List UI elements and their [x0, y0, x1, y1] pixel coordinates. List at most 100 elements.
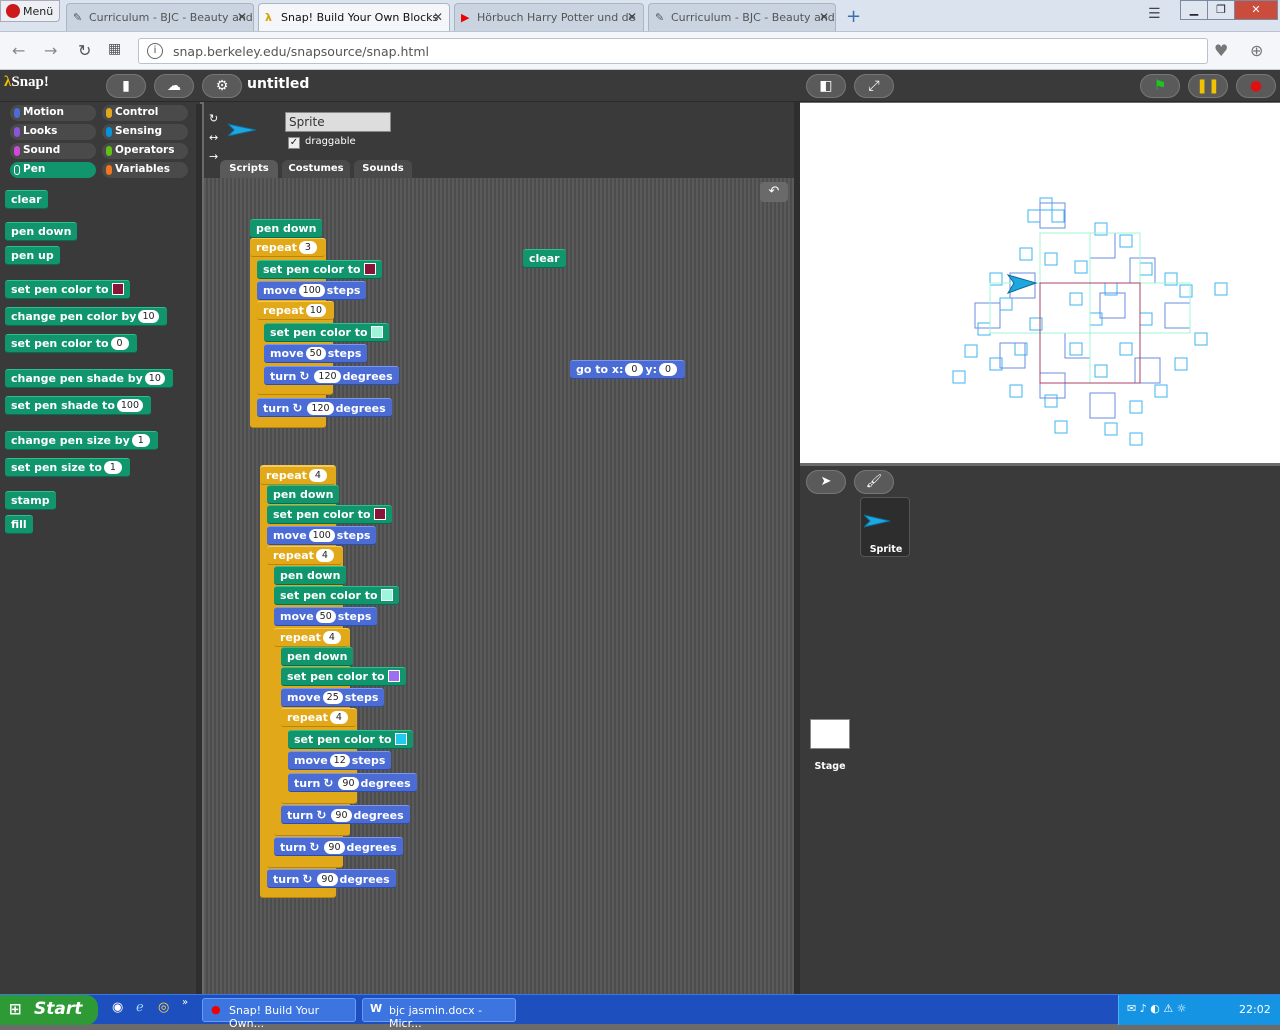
number-slot[interactable]: 50 [305, 347, 326, 360]
script2-move-block[interactable]: move 25 steps [281, 688, 385, 707]
script-move-block[interactable]: move 50 steps [264, 344, 368, 363]
left-right-icon[interactable]: ↔ [209, 128, 218, 147]
number-slot[interactable]: 90 [331, 809, 352, 822]
number-slot[interactable]: 0 [625, 363, 644, 376]
sprite-name-input[interactable]: Sprite [285, 112, 391, 132]
sprite-on-stage[interactable] [1006, 274, 1038, 294]
color-swatch[interactable] [387, 670, 400, 682]
number-slot[interactable]: 0 [658, 363, 677, 376]
script2-pen-down-block[interactable]: pen down [281, 647, 354, 666]
palette-set-pen-size-block[interactable]: set pen size to 1 [5, 458, 130, 477]
number-slot[interactable]: 1 [131, 434, 150, 447]
show-desktop-icon[interactable]: ◉ [112, 1000, 123, 1015]
number-slot[interactable]: 120 [314, 370, 341, 383]
speed-dial-grid-icon[interactable]: ▦ [108, 41, 121, 57]
number-slot[interactable]: 3 [298, 241, 317, 254]
script2-repeat-level4-block[interactable]: repeat 4 [281, 708, 356, 727]
script2-turn-block[interactable]: turn ↻ 90 degrees [288, 773, 417, 792]
number-slot[interactable]: 4 [315, 549, 334, 562]
url-field[interactable]: i snap.berkeley.edu/snapsource/snap.html [138, 38, 1208, 64]
close-tab-icon[interactable]: ✕ [627, 10, 637, 24]
script2-move-block[interactable]: move 12 steps [288, 751, 392, 770]
script-pen-down-block[interactable]: pen down [250, 219, 323, 238]
category-motion[interactable]: Motion [10, 105, 96, 121]
script2-repeat-level2-block[interactable]: repeat 4 [267, 546, 342, 565]
file-menu-button[interactable]: ▮ [106, 74, 146, 98]
script2-repeat-block[interactable]: repeat 4 [260, 466, 335, 485]
script-clear-block[interactable]: clear [523, 249, 566, 268]
category-pen[interactable]: Pen [10, 162, 96, 178]
script2-turn-block[interactable]: turn ↻ 90 degrees [267, 869, 396, 888]
number-slot[interactable]: 25 [322, 691, 343, 704]
script-repeat-block[interactable]: repeat 3 [250, 238, 325, 257]
color-swatch[interactable] [370, 326, 383, 338]
number-slot[interactable]: 4 [329, 711, 348, 724]
tab-hoerbuch[interactable]: ▶ Hörbuch Harry Potter und de ✕ [454, 3, 644, 31]
download-icon[interactable]: ⊕ [1250, 41, 1263, 60]
script2-move-block[interactable]: move 100 steps [267, 526, 377, 545]
palette-divider[interactable] [196, 104, 202, 994]
palette-change-pen-size-block[interactable]: change pen size by 1 [5, 431, 158, 450]
script-go-to-xy-block[interactable]: go to x: 0 y: 0 [570, 360, 685, 379]
category-control[interactable]: Control [102, 105, 188, 121]
taskbar-item-snap[interactable]: ● Snap! Build Your Own... [202, 998, 356, 1030]
tab-sounds[interactable]: Sounds [354, 160, 412, 178]
stage-thumbnail[interactable] [810, 719, 850, 749]
palette-pen-down-block[interactable]: pen down [5, 222, 78, 241]
snap-logo[interactable]: λSnap! [4, 74, 49, 91]
palette-stamp-block[interactable]: stamp [5, 491, 56, 510]
close-window-icon[interactable]: ✕ [1234, 0, 1278, 20]
script2-turn-block[interactable]: turn ↻ 90 degrees [281, 805, 410, 824]
pause-button[interactable]: ❚❚ [1188, 74, 1228, 98]
paint-new-sprite-button[interactable]: 🖌 [854, 470, 894, 494]
number-slot[interactable]: 100 [298, 284, 325, 297]
stage[interactable] [800, 103, 1280, 463]
number-slot[interactable]: 50 [315, 610, 336, 623]
green-flag-button[interactable]: ⚑ [1140, 74, 1180, 98]
script2-move-block[interactable]: move 50 steps [274, 607, 378, 626]
tab-curriculum-2[interactable]: ✎ Curriculum - BJC - Beauty and ✕ [648, 3, 836, 31]
close-tab-icon[interactable]: ✕ [237, 10, 247, 24]
tab-costumes[interactable]: Costumes [282, 160, 350, 178]
category-sensing[interactable]: Sensing [102, 124, 188, 140]
palette-clear-block[interactable]: clear [5, 190, 48, 209]
script2-repeat-level3-block[interactable]: repeat 4 [274, 628, 349, 647]
quicklaunch-overflow-icon[interactable]: » [182, 997, 188, 1008]
number-slot[interactable]: 12 [329, 754, 350, 767]
color-swatch[interactable] [363, 263, 376, 275]
category-variables[interactable]: Variables [102, 162, 188, 178]
number-slot[interactable]: 10 [138, 310, 159, 323]
tab-scripts[interactable]: Scripts [220, 160, 278, 178]
script-set-pen-color-block[interactable]: set pen color to [257, 260, 382, 279]
number-slot[interactable]: 4 [322, 631, 341, 644]
tab-menu-icon[interactable]: ☰ [1148, 6, 1161, 22]
presentation-mode-button[interactable]: ⤢ [854, 74, 894, 98]
script-move-block[interactable]: move 100 steps [257, 281, 367, 300]
cloud-button[interactable]: ☁ [154, 74, 194, 98]
script-set-pen-color-block[interactable]: set pen color to [264, 323, 389, 342]
palette-change-pen-color-block[interactable]: change pen color by 10 [5, 307, 167, 326]
color-swatch[interactable] [111, 283, 124, 295]
reload-icon[interactable]: ↻ [78, 41, 91, 60]
number-slot[interactable]: 10 [144, 372, 165, 385]
new-tab-plus-icon[interactable]: + [846, 6, 861, 27]
number-slot[interactable]: 100 [116, 399, 144, 412]
rotate-icon[interactable]: ↻ [209, 109, 218, 128]
number-slot[interactable]: 100 [308, 529, 335, 542]
minimize-window-icon[interactable]: ▁ [1180, 0, 1208, 20]
bookmark-heart-icon[interactable]: ♥ [1214, 41, 1228, 60]
tab-snap[interactable]: λ Snap! Build Your Own Blocks ✕ [258, 3, 450, 31]
category-sound[interactable]: Sound [10, 143, 96, 159]
number-slot[interactable]: 90 [324, 841, 345, 854]
number-slot[interactable]: 90 [338, 777, 359, 790]
tray-icons[interactable]: ✉ ♪ ◐ ⚠ ☼ [1127, 1002, 1187, 1015]
color-swatch[interactable] [380, 589, 393, 601]
palette-set-pen-color-block[interactable]: set pen color to [5, 280, 130, 299]
number-slot[interactable]: 10 [305, 304, 326, 317]
taskbar-item-word[interactable]: Wbjc jasmin.docx - Micr... [362, 998, 516, 1030]
palette-pen-up-block[interactable]: pen up [5, 246, 60, 265]
script-inner-repeat-block[interactable]: repeat 10 [257, 301, 334, 320]
number-slot[interactable]: 0 [110, 337, 129, 350]
number-slot[interactable]: 90 [317, 873, 338, 886]
palette-set-pen-shade-block[interactable]: set pen shade to 100 [5, 396, 152, 415]
